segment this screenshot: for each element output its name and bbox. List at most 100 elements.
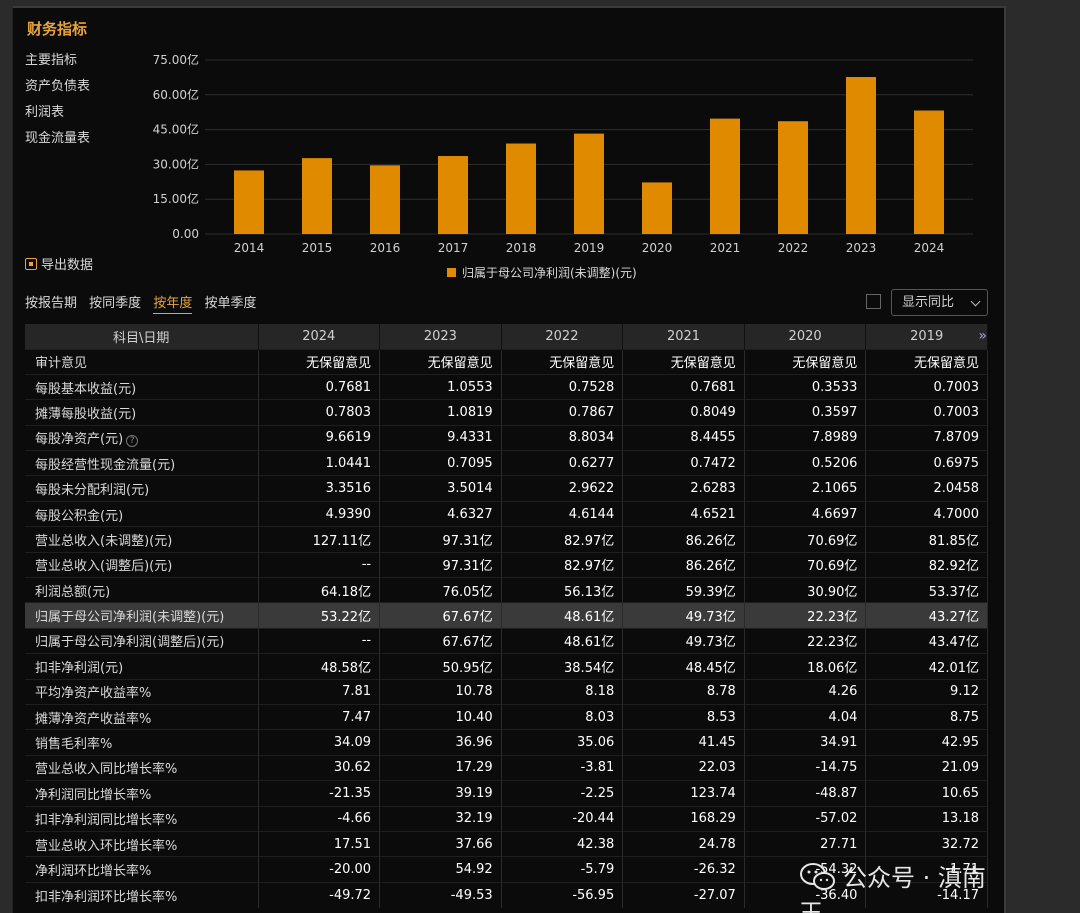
row-label: 营业总收入同比增长率% [25, 754, 259, 781]
column-header[interactable]: 2024 [258, 324, 381, 349]
table-row[interactable]: 每股未分配利润(元) 3.3516 3.5014 2.9622 2.6283 2.1065… [25, 475, 988, 502]
bar-2015[interactable] [302, 158, 332, 234]
table-cell: 8.75 [865, 703, 988, 730]
x-tick-label: 2021 [710, 241, 741, 255]
table-row[interactable]: 每股净资产(元)? 9.6619 9.4331 8.8034 8.4455 7.8989 7… [25, 424, 988, 451]
more-columns-icon[interactable]: » [978, 328, 987, 344]
table-row[interactable]: 审计意见 无保留意见 无保留意见 无保留意见 无保留意见 无保留意见 无保留意见 [25, 348, 988, 375]
table-row[interactable]: 每股基本收益(元) 0.7681 1.0553 0.7528 0.7681 0.3533 0… [25, 373, 988, 400]
table-cell: 48.58亿 [258, 653, 381, 680]
table-cell: 48.61亿 [501, 627, 624, 654]
watermark: 公众号 · 滇南王 [799, 863, 986, 913]
legend-swatch [447, 268, 456, 277]
table-cell: -57.02 [744, 805, 867, 832]
table-cell: 34.09 [258, 729, 381, 756]
table-row[interactable]: 营业总收入同比增长率% 30.62 17.29 -3.81 22.03 -14.75 21.… [25, 754, 988, 781]
bar-2022[interactable] [778, 121, 808, 234]
column-header[interactable]: 2023 [379, 324, 502, 349]
table-cell: -56.95 [501, 881, 624, 908]
row-label: 摊薄净资产收益率% [25, 703, 259, 730]
table-cell: 10.40 [379, 703, 502, 730]
table-cell: 21.09 [865, 754, 988, 781]
column-header[interactable]: 2019» [865, 324, 988, 349]
table-cell: 27.71 [744, 830, 867, 857]
table-row[interactable]: 扣非净利润(元) 48.58亿 50.95亿 38.54亿 48.45亿 18.06亿 42… [25, 653, 988, 680]
table-cell: 13.18 [865, 805, 988, 832]
bar-2024[interactable] [914, 110, 944, 234]
table-cell: 9.4331 [379, 424, 502, 451]
y-tick-label: 30.00亿 [153, 156, 199, 171]
table-cell: 0.5206 [744, 450, 867, 476]
table-cell: 127.11亿 [258, 526, 381, 553]
bar-2018[interactable] [506, 143, 536, 234]
table-cell: 10.65 [865, 780, 988, 807]
table-row[interactable]: 平均净资产收益率% 7.81 10.78 8.18 8.78 4.26 9.12 [25, 678, 988, 705]
column-header[interactable]: 2021 [622, 324, 745, 349]
row-label: 利润总额(元) [25, 577, 259, 603]
bar-2020[interactable] [642, 182, 672, 234]
bar-2019[interactable] [574, 133, 604, 234]
table-row[interactable]: 归属于母公司净利润(未调整)(元) 53.22亿 67.67亿 48.61亿 49.73… [25, 602, 988, 629]
table-row[interactable]: 每股经营性现金流量(元) 1.0441 0.7095 0.6277 0.7472 0.52… [25, 450, 988, 476]
export-data-button[interactable]: 导出数据 [25, 254, 93, 273]
table-row[interactable]: 营业总收入(调整后)(元) -- 97.31亿 82.97亿 86.26亿 70.69亿 8… [25, 551, 988, 578]
table-row[interactable]: 利润总额(元) 64.18亿 76.05亿 56.13亿 59.39亿 30.90亿 53.… [25, 577, 988, 603]
tab-single-quarter[interactable]: 按单季度 [204, 296, 256, 313]
x-tick-label: 2015 [302, 241, 333, 255]
column-header[interactable]: 2020 [744, 324, 867, 349]
table-row[interactable]: 每股公积金(元) 4.9390 4.6327 4.6144 4.6521 4.6697 4.… [25, 500, 988, 527]
table-cell: 9.12 [865, 678, 988, 705]
table-cell: -49.53 [379, 881, 502, 908]
table-cell: 37.66 [379, 830, 502, 857]
table-cell: 4.6521 [622, 500, 745, 527]
table-cell: 0.7803 [258, 399, 381, 426]
table-cell: 0.7472 [622, 450, 745, 476]
table-row[interactable]: 营业总收入环比增长率% 17.51 37.66 42.38 24.78 27.71 32.7… [25, 830, 988, 857]
sidebar-item-main-indicators[interactable]: 主要指标 [25, 48, 125, 74]
table-cell: 43.47亿 [865, 627, 988, 654]
table-row[interactable]: 营业总收入(未调整)(元) 127.11亿 97.31亿 82.97亿 86.26亿 70… [25, 526, 988, 553]
row-label: 摊薄每股收益(元) [25, 399, 259, 426]
column-header: 科目\日期 [25, 324, 259, 349]
table-cell: 8.18 [501, 678, 624, 705]
column-header[interactable]: 2022 [501, 324, 624, 349]
table-cell: -21.35 [258, 780, 381, 807]
table-cell: 无保留意见 [744, 348, 867, 375]
bar-2021[interactable] [710, 118, 740, 234]
sidebar-item-balance-sheet[interactable]: 资产负债表 [25, 74, 125, 100]
table-row[interactable]: 扣非净利润同比增长率% -4.66 32.19 -20.44 168.29 -57.02 1… [25, 805, 988, 832]
export-icon [25, 258, 37, 270]
table-cell: 35.06 [501, 729, 624, 756]
bar-2023[interactable] [846, 77, 876, 234]
compare-checkbox[interactable] [866, 294, 881, 309]
table-row[interactable]: 销售毛利率% 34.09 36.96 35.06 41.45 34.91 42.95 [25, 729, 988, 756]
table-row[interactable]: 摊薄每股收益(元) 0.7803 1.0819 0.7867 0.8049 0.3597 0… [25, 399, 988, 426]
tab-annual[interactable]: 按年度 [153, 296, 193, 314]
bar-2014[interactable] [234, 170, 264, 234]
table-cell: 22.03 [622, 754, 745, 781]
row-label: 归属于母公司净利润(调整后)(元) [25, 627, 259, 654]
help-icon[interactable]: ? [126, 435, 139, 448]
row-label: 平均净资产收益率% [25, 678, 259, 705]
x-tick-label: 2023 [846, 241, 877, 255]
table-cell: -- [258, 551, 381, 578]
show-yoy-select[interactable]: 显示同比 [891, 289, 988, 316]
row-label: 扣非净利润(元) [25, 653, 259, 680]
bar-2016[interactable] [370, 165, 400, 234]
table-cell: 0.8049 [622, 399, 745, 426]
x-tick-label: 2014 [234, 241, 265, 255]
table-cell: 86.26亿 [622, 551, 745, 578]
table-row[interactable]: 净利润同比增长率% -21.35 39.19 -2.25 123.74 -48.87 10.… [25, 780, 988, 807]
tab-report-period[interactable]: 按报告期 [25, 296, 77, 313]
sidebar-item-income-statement[interactable]: 利润表 [25, 100, 125, 126]
table-cell: -20.00 [258, 856, 381, 883]
tab-same-quarter[interactable]: 按同季度 [89, 296, 141, 313]
table-cell: 8.53 [622, 703, 745, 730]
table-row[interactable]: 摊薄净资产收益率% 7.47 10.40 8.03 8.53 4.04 8.75 [25, 703, 988, 730]
chevron-down-icon [970, 296, 981, 307]
table-cell: 42.95 [865, 729, 988, 756]
table-row[interactable]: 归属于母公司净利润(调整后)(元) -- 67.67亿 48.61亿 49.73亿 22.… [25, 627, 988, 654]
sidebar-item-cash-flow[interactable]: 现金流量表 [25, 126, 125, 152]
table-cell: 43.27亿 [865, 602, 988, 629]
bar-2017[interactable] [438, 156, 468, 234]
